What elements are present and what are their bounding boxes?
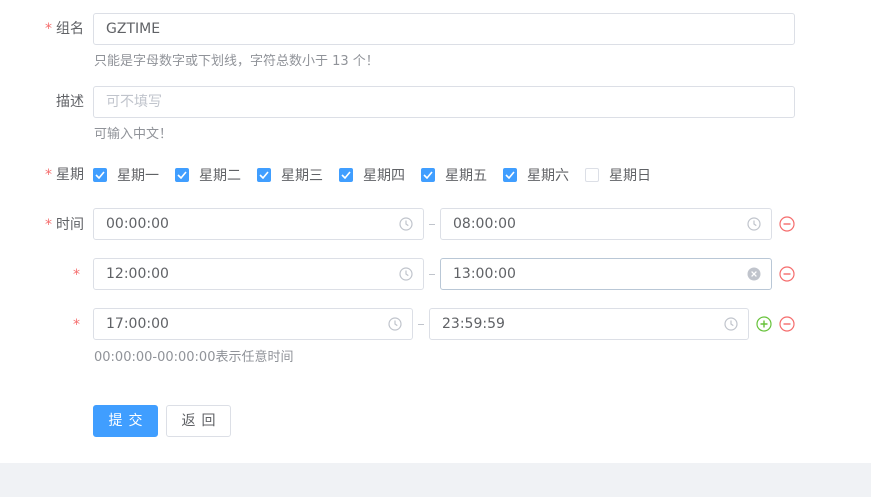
time-row-2-label: *: [73, 265, 84, 285]
clear-icon[interactable]: [747, 267, 761, 281]
weekday-checkbox-label: 星期五: [445, 168, 487, 184]
group-name-value: GZTIME: [106, 21, 161, 37]
description-input[interactable]: 可不填写: [93, 86, 795, 118]
group-name-hint: 只能是字母数字或下划线，字符总数小于 13 个！: [94, 54, 379, 69]
time-row-3-label: *: [73, 315, 84, 335]
remove-circle-icon[interactable]: [779, 316, 795, 332]
range-separator: [418, 324, 424, 325]
required-mark: *: [45, 167, 52, 183]
weekday-checkbox-label: 星期六: [527, 168, 569, 184]
time-value: 00:00:00: [106, 216, 169, 232]
clock-icon: [747, 217, 761, 231]
checkbox-box[interactable]: [257, 168, 271, 182]
checkbox-box[interactable]: [175, 168, 189, 182]
weekday-checkbox-wed[interactable]: 星期三: [257, 165, 323, 185]
check-icon: [505, 171, 515, 179]
check-icon: [423, 171, 433, 179]
description-hint: 可输入中文！: [94, 127, 173, 142]
description-placeholder: 可不填写: [106, 94, 162, 110]
clock-icon: [399, 217, 413, 231]
time-value: 08:00:00: [453, 216, 516, 232]
weekday-checkbox-thu[interactable]: 星期四: [339, 165, 405, 185]
checkbox-box[interactable]: [421, 168, 435, 182]
submit-button[interactable]: 提交: [93, 405, 158, 437]
required-mark: *: [73, 317, 80, 333]
time-value: 13:00:00: [453, 266, 516, 282]
weekday-checkbox-label: 星期三: [281, 168, 323, 184]
check-icon: [259, 171, 269, 179]
time-range-2-end[interactable]: 13:00:00: [440, 258, 772, 290]
checkbox-box[interactable]: [339, 168, 353, 182]
weekday-checkbox-sun[interactable]: 星期日: [585, 165, 651, 185]
weekday-checkbox-tue[interactable]: 星期二: [175, 165, 241, 185]
required-mark: *: [45, 217, 52, 233]
clock-icon: [724, 317, 738, 331]
group-name-label: * 组名: [45, 21, 84, 37]
weekday-checkbox-group: 星期一 星期二 星期三 星期四 星期五 星期六 星期日: [93, 166, 667, 184]
clock-icon: [399, 267, 413, 281]
weekday-checkbox-sat[interactable]: 星期六: [503, 165, 569, 185]
checkbox-box[interactable]: [93, 168, 107, 182]
weekday-checkbox-label: 星期四: [363, 168, 405, 184]
time-range-1-end[interactable]: 08:00:00: [440, 208, 772, 240]
check-icon: [177, 171, 187, 179]
check-icon: [341, 171, 351, 179]
required-mark: *: [45, 21, 52, 37]
weekday-checkbox-fri[interactable]: 星期五: [421, 165, 487, 185]
add-circle-icon[interactable]: [756, 316, 772, 332]
remove-circle-icon[interactable]: [779, 216, 795, 232]
time-range-3-start[interactable]: 17:00:00: [93, 308, 413, 340]
checkbox-box[interactable]: [503, 168, 517, 182]
checkbox-box[interactable]: [585, 168, 599, 182]
page-footer-band: [0, 463, 871, 497]
time-value: 23:59:59: [442, 316, 505, 332]
time-label: * 时间: [45, 217, 84, 233]
weekday-label: * 星期: [45, 167, 84, 183]
clock-icon: [388, 317, 402, 331]
weekday-checkbox-label: 星期日: [609, 168, 651, 184]
back-button[interactable]: 返回: [166, 405, 231, 437]
time-range-2-start[interactable]: 12:00:00: [93, 258, 424, 290]
time-hint: 00:00:00-00:00:00表示任意时间: [94, 350, 294, 365]
weekday-checkbox-label: 星期一: [117, 168, 159, 184]
range-separator: [429, 224, 435, 225]
group-name-input[interactable]: GZTIME: [93, 13, 795, 45]
weekday-checkbox-label: 星期二: [199, 168, 241, 184]
time-range-1-start[interactable]: 00:00:00: [93, 208, 424, 240]
time-value: 17:00:00: [106, 316, 169, 332]
description-label: 描述: [56, 94, 84, 110]
time-range-3-end[interactable]: 23:59:59: [429, 308, 749, 340]
time-value: 12:00:00: [106, 266, 169, 282]
range-separator: [429, 274, 435, 275]
check-icon: [95, 171, 105, 179]
weekday-checkbox-mon[interactable]: 星期一: [93, 165, 159, 185]
remove-circle-icon[interactable]: [779, 266, 795, 282]
required-mark: *: [73, 267, 80, 283]
